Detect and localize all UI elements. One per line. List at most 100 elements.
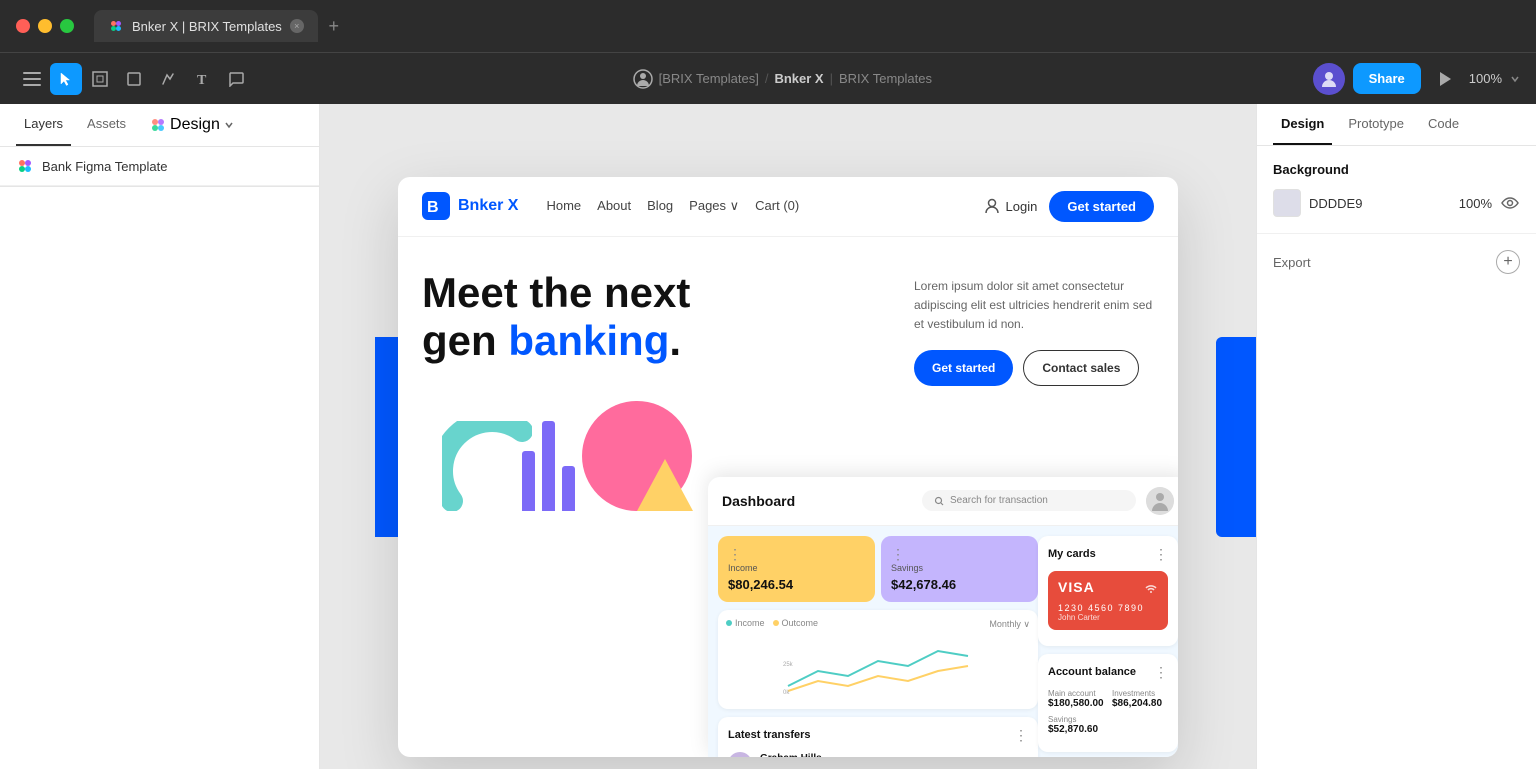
frame-tool-button[interactable]	[84, 63, 116, 95]
figma-tab-icon	[108, 18, 124, 34]
shape-tool-button[interactable]	[118, 63, 150, 95]
savings-value: $42,678.46	[891, 577, 1028, 592]
user-avatar[interactable]	[1313, 63, 1345, 95]
savings-bal-value: $52,870.60	[1048, 724, 1168, 735]
main-account-label: Main account	[1048, 689, 1104, 698]
bnkerx-logo-icon: B	[422, 192, 450, 220]
income-value: $80,246.54	[728, 577, 865, 592]
get-started-nav-button[interactable]: Get started	[1049, 191, 1154, 222]
right-tab-code[interactable]: Code	[1420, 104, 1467, 145]
export-add-button[interactable]: +	[1496, 250, 1520, 274]
dashboard-title: Dashboard	[722, 493, 912, 509]
nav-home[interactable]: Home	[546, 198, 581, 214]
comment-icon	[228, 71, 244, 87]
divider	[0, 186, 319, 187]
my-cards-menu[interactable]: ⋮	[1154, 546, 1168, 563]
main-account: Main account $180,580.00	[1048, 689, 1104, 709]
dashboard-body: ⋮ Income $80,246.54 ⋮ Savings $42,678.46	[708, 526, 1178, 757]
breadcrumb-sep2: |	[830, 71, 833, 86]
menu-button[interactable]	[16, 63, 48, 95]
dashboard-right: My cards ⋮ VISA	[1038, 536, 1178, 752]
figma-layer-icon	[16, 157, 34, 175]
login-button[interactable]: Login	[984, 198, 1038, 214]
hero-contact-sales-button[interactable]: Contact sales	[1023, 350, 1139, 386]
traffic-lights	[16, 19, 74, 33]
canvas-content: B Bnker X Home About Blog Pages ∨ Cart (…	[320, 104, 1256, 769]
color-swatch[interactable]	[1273, 189, 1301, 217]
nav-about[interactable]: About	[597, 198, 631, 214]
visibility-toggle[interactable]	[1500, 193, 1520, 213]
tab-close-button[interactable]: ×	[290, 19, 304, 33]
svg-text:B: B	[427, 199, 439, 216]
background-title: Background	[1273, 162, 1520, 177]
toolbar: T [BRIX Templates] / Bnker X | BRIX Temp…	[0, 52, 1536, 104]
zoom-level[interactable]: 100%	[1469, 71, 1502, 86]
deco-triangle	[637, 459, 693, 511]
nav-blog[interactable]: Blog	[647, 198, 673, 214]
comment-tool-button[interactable]	[220, 63, 252, 95]
transfers-menu[interactable]: ⋮	[1014, 727, 1028, 744]
pen-icon	[160, 71, 176, 87]
svg-text:0k: 0k	[783, 690, 790, 696]
site-logo: B Bnker X	[422, 192, 518, 220]
new-tab-button[interactable]: +	[322, 14, 346, 38]
traffic-light-red[interactable]	[16, 19, 30, 33]
deco-arc-icon	[442, 421, 532, 511]
dashboard-user-avatar	[1146, 487, 1174, 515]
transfer-avatar-0	[728, 752, 752, 757]
investments-value: $86,204.80	[1112, 698, 1168, 709]
traffic-light-yellow[interactable]	[38, 19, 52, 33]
browser-tab[interactable]: Bnker X | BRIX Templates ×	[94, 10, 318, 42]
account-balance: Account balance ⋮ Main account $180,580.…	[1038, 654, 1178, 752]
main-account-value: $180,580.00	[1048, 698, 1104, 709]
site-logo-text: Bnker X	[458, 197, 518, 215]
dashboard-search[interactable]: Search for transaction	[922, 490, 1136, 511]
my-cards-title: My cards	[1048, 548, 1096, 560]
right-panel: Design Prototype Code Background DDDDE9 …	[1256, 104, 1536, 769]
income-card-menu[interactable]: ⋮	[728, 546, 865, 563]
right-tab-prototype[interactable]: Prototype	[1340, 104, 1412, 145]
transfer-info-0: Graham Hills $12,840.60 ↗	[760, 753, 1028, 757]
right-tab-design[interactable]: Design	[1273, 104, 1332, 145]
hero-right: Lorem ipsum dolor sit amet consectetur a…	[914, 269, 1154, 512]
text-tool-button[interactable]: T	[186, 63, 218, 95]
stat-cards: ⋮ Income $80,246.54 ⋮ Savings $42,678.46	[718, 536, 1038, 602]
nav-cart[interactable]: Cart (0)	[755, 198, 799, 214]
main-layout: Layers Assets Design	[0, 104, 1536, 769]
layer-item[interactable]: Bank Figma Template	[0, 147, 319, 186]
savings-account: Savings $52,870.60	[1048, 715, 1168, 735]
hero-left: Meet the next gen banking.	[422, 269, 890, 512]
opacity-value[interactable]: 100%	[1459, 196, 1492, 211]
transfer-item-0: Graham Hills $12,840.60 ↗	[728, 752, 1028, 757]
nav-links: Home About Blog Pages ∨ Cart (0)	[546, 198, 799, 214]
profile-icon	[633, 69, 653, 89]
breadcrumb-page: BRIX Templates	[839, 71, 932, 86]
toolbar-right: Share 100%	[1313, 63, 1520, 95]
investments-label: Investments	[1112, 689, 1168, 698]
hero-title-period: .	[669, 317, 681, 364]
tab-assets[interactable]: Assets	[79, 104, 134, 146]
site-hero: Meet the next gen banking.	[398, 237, 1178, 512]
canvas[interactable]: B Bnker X Home About Blog Pages ∨ Cart (…	[320, 104, 1256, 769]
present-button[interactable]	[1429, 63, 1461, 95]
savings-card-menu[interactable]: ⋮	[891, 546, 1028, 563]
select-tool-button[interactable]	[50, 63, 82, 95]
account-balance-menu[interactable]: ⋮	[1154, 664, 1168, 681]
balance-row-2: Savings $52,870.60	[1048, 715, 1168, 735]
traffic-light-green[interactable]	[60, 19, 74, 33]
hero-get-started-button[interactable]: Get started	[914, 350, 1013, 386]
hamburger-icon	[23, 72, 41, 86]
savings-label: Savings	[891, 563, 1028, 573]
cursor-icon	[59, 71, 73, 87]
nav-pages[interactable]: Pages ∨	[689, 198, 739, 214]
color-hex[interactable]: DDDDE9	[1309, 196, 1451, 211]
deco-bars	[522, 421, 575, 511]
tab-layers[interactable]: Layers	[16, 104, 71, 146]
tab-design-left[interactable]: Design	[142, 104, 242, 146]
share-button[interactable]: Share	[1353, 63, 1421, 94]
chart-period[interactable]: Monthly ∨	[989, 619, 1030, 630]
panel-tabs: Layers Assets Design	[0, 104, 319, 147]
hero-title-banking: banking	[508, 317, 669, 364]
chart-area: Income Outcome Monthly ∨ 0k 25k	[718, 610, 1038, 709]
pen-tool-button[interactable]	[152, 63, 184, 95]
